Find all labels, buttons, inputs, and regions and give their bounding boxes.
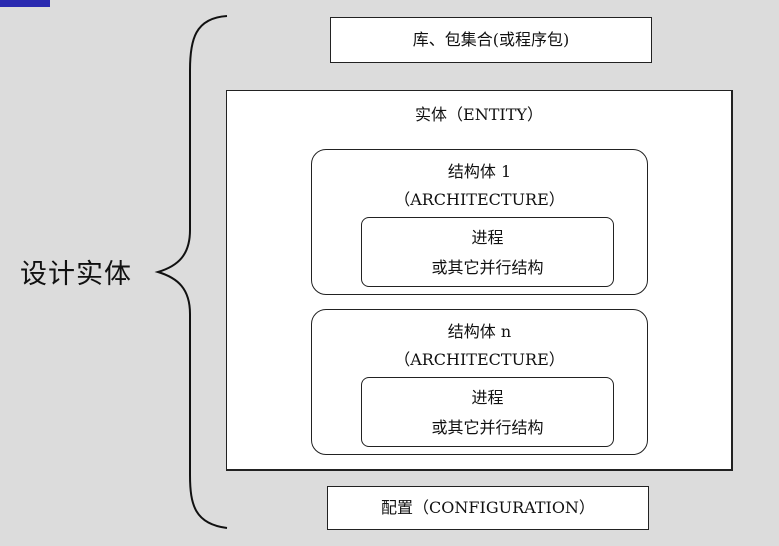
architecture-name: 结构体 n	[447, 322, 512, 341]
architecture-name: 结构体 1	[447, 162, 512, 181]
configuration-box: 配置（CONFIGURATION）	[327, 486, 649, 530]
concurrent-structure-label: 或其它并行结构	[431, 258, 544, 277]
architecture-box-n: 结构体 n （ARCHITECTURE） 进程 或其它并行结构	[311, 309, 648, 455]
architecture-box-1: 结构体 1 （ARCHITECTURE） 进程 或其它并行结构	[311, 149, 648, 295]
concurrent-structure-label: 或其它并行结构	[431, 418, 544, 437]
entity-title: 实体（ENTITY）	[415, 105, 543, 124]
process-label: 进程	[471, 228, 504, 247]
process-box: 进程 或其它并行结构	[361, 377, 614, 447]
architecture-keyword: （ARCHITECTURE）	[394, 190, 565, 209]
architecture-keyword: （ARCHITECTURE）	[394, 350, 565, 369]
process-box: 进程 或其它并行结构	[361, 217, 614, 287]
library-package-box: 库、包集合(或程序包)	[330, 17, 652, 63]
entity-box: 实体（ENTITY） 结构体 1 （ARCHITECTURE） 进程 或其它并行…	[226, 90, 733, 471]
process-label: 进程	[471, 388, 504, 407]
design-entity-label: 设计实体	[20, 259, 132, 290]
